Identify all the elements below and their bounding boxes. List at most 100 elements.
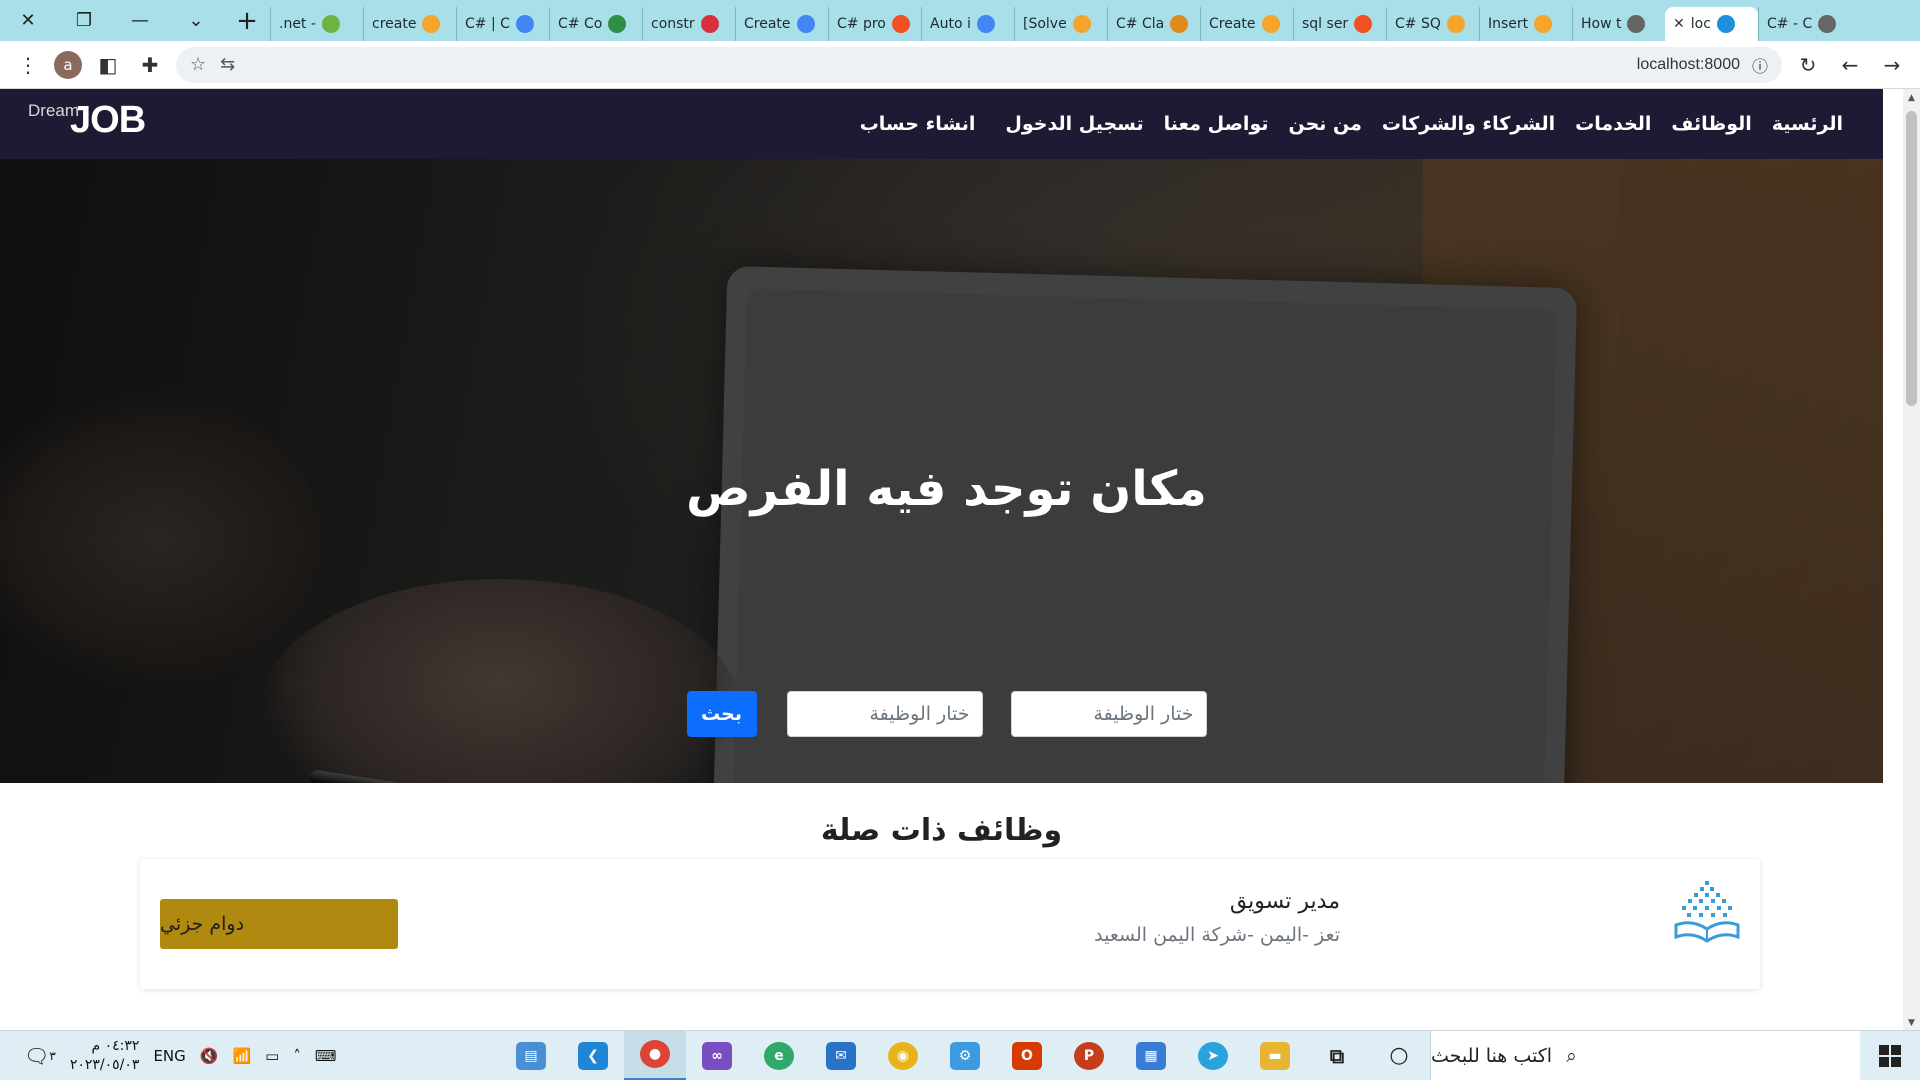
browser-tab[interactable]: How t (1572, 7, 1665, 41)
nav-link[interactable]: الرئسية (1772, 113, 1843, 135)
browser-tab[interactable]: Auto i (921, 7, 1014, 41)
logo-job-text: JOB (70, 99, 146, 141)
taskbar-app-vscode[interactable]: ❮ (562, 1031, 624, 1080)
url-text[interactable]: localhost:8000 (1637, 56, 1740, 74)
taskbar-app-file-explorer[interactable]: ▬ (1244, 1031, 1306, 1080)
tab-favicon-icon (1261, 15, 1280, 33)
browser-tab[interactable]: .net - (270, 7, 363, 41)
company-book-logo-icon (1674, 881, 1740, 943)
scroll-down-icon[interactable]: ▼ (1903, 1018, 1920, 1028)
language-indicator[interactable]: ENG (153, 1047, 185, 1065)
job-select-1[interactable]: ختار الوظيفة (1010, 691, 1207, 737)
tab-search-icon[interactable]: ⌄ (168, 0, 224, 41)
browser-tab[interactable]: C# Co (549, 7, 642, 41)
taskbar-app-office[interactable]: O (996, 1031, 1058, 1080)
site-info-icon[interactable]: ⓘ (1752, 53, 1768, 77)
job-card[interactable]: مدير تسويق تعز -اليمن -شركة اليمن السعيد… (140, 859, 1760, 989)
job-title[interactable]: مدير تسويق (1094, 889, 1340, 914)
taskbar-app-cortana[interactable]: ○ (1368, 1031, 1430, 1080)
nav-link[interactable]: الشركاء والشركات (1382, 113, 1555, 135)
scrollbar-thumb[interactable] (1906, 111, 1917, 406)
taskbar-app-chrome[interactable]: ◉ (872, 1031, 934, 1080)
browser-tab[interactable]: C# - C (1758, 7, 1851, 41)
browser-tab[interactable]: [Solve (1014, 7, 1107, 41)
scroll-up-icon[interactable]: ▲ (1903, 93, 1920, 103)
browser-tab[interactable]: Create (1200, 7, 1293, 41)
profile-avatar[interactable]: a (54, 50, 82, 79)
reload-icon[interactable]: ↻ (1792, 49, 1824, 81)
wifi-icon[interactable]: 📶 (232, 1047, 251, 1065)
nav-link[interactable]: تواصل معنا (1164, 113, 1269, 135)
new-tab-button[interactable]: + (224, 0, 270, 41)
nav-link[interactable]: من نحن (1289, 113, 1362, 135)
taskbar-app-settings[interactable]: ⚙ (934, 1031, 996, 1080)
telegram-icon: ➤ (1198, 1041, 1228, 1070)
side-panel-icon[interactable]: ◧ (92, 49, 124, 81)
mail-icon: ✉ (826, 1041, 856, 1070)
nav-link[interactable]: تسجيل الدخول (1005, 113, 1143, 135)
forward-icon[interactable]: → (1876, 49, 1908, 81)
browser-tab[interactable]: create (363, 7, 456, 41)
minimize-window-icon[interactable]: — (112, 0, 168, 41)
start-button[interactable] (1860, 1031, 1920, 1080)
job-type-badge[interactable]: دوام جزئي (160, 899, 398, 949)
taskbar-app-control-panel[interactable]: ▤ (500, 1031, 562, 1080)
browser-tab-label: [Solve (1023, 16, 1067, 32)
extensions-icon[interactable]: ✚ (134, 49, 166, 81)
notification-center-icon[interactable]: 🗨 (24, 1044, 49, 1068)
share-icon[interactable]: ⇆ (220, 54, 235, 75)
browser-tab-label: Create (1209, 16, 1256, 32)
menu-icon[interactable]: ⋮ (12, 49, 44, 81)
browser-tab[interactable]: C# SQ (1386, 7, 1479, 41)
clock[interactable]: ٠٤:٣٢ م ٢٠٢٣/٠٥/٠٣ (70, 1037, 140, 1075)
related-jobs-title: وظائف ذات صلة (820, 813, 1063, 848)
folder-icon: ▬ (1260, 1041, 1290, 1070)
taskbar-app-chrome-active[interactable]: ● (624, 1030, 686, 1080)
visual-studio-icon: ∞ (702, 1041, 732, 1070)
clock-date: ٢٠٢٣/٠٥/٠٣ (69, 1056, 140, 1073)
browser-tab[interactable]: C# | C (456, 7, 549, 41)
omnibox[interactable]: ☆ ⇆ localhost:8000 ⓘ (176, 46, 1782, 83)
taskbar-app-edge[interactable]: e (748, 1031, 810, 1080)
notification-count: ٣ (49, 1048, 56, 1063)
nav-link[interactable]: الخدمات (1575, 113, 1651, 135)
windows-taskbar: 🗨 ٣ ٠٤:٣٢ م ٢٠٢٣/٠٥/٠٣ ENG 🔇 📶 ▭ ˄ ⌨ ▤ ❮… (0, 1030, 1920, 1080)
taskbar-app-mail[interactable]: ✉ (810, 1031, 872, 1080)
tab-favicon-icon (1446, 15, 1465, 33)
search-button[interactable]: بحث (686, 691, 757, 737)
browser-tab[interactable]: C# Cla (1107, 7, 1200, 41)
browser-tab[interactable]: sql ser (1293, 7, 1386, 41)
job-select-2[interactable]: ختار الوظيفة (786, 691, 983, 737)
bookmark-star-icon[interactable]: ☆ (190, 54, 206, 75)
browser-tab[interactable]: C# pro (828, 7, 921, 41)
browser-tab-label: Auto i (930, 16, 971, 32)
nav-link[interactable]: انشاء حساب (860, 113, 976, 135)
taskbar-app-task-view[interactable]: ⧉ (1306, 1031, 1368, 1080)
browser-tab[interactable]: ✕ loc (1665, 7, 1758, 41)
job-info: مدير تسويق تعز -اليمن -شركة اليمن السعيد (1094, 889, 1340, 946)
taskbar-app-powerpoint[interactable]: P (1058, 1031, 1120, 1080)
page-scrollbar[interactable]: ▲ ▼ (1903, 89, 1920, 1030)
taskbar-search-box[interactable]: ⌕ اكتب هنا للبحث (1430, 1031, 1860, 1080)
tab-favicon-icon (321, 15, 340, 33)
close-window-icon[interactable]: ✕ (0, 0, 56, 41)
nav-link[interactable]: الوظائف (1671, 113, 1751, 135)
restore-window-icon[interactable]: ❐ (56, 0, 112, 41)
chrome-icon: ◉ (888, 1041, 918, 1070)
search-icon: ⌕ (1566, 1045, 1577, 1067)
browser-tab[interactable]: Create (735, 7, 828, 41)
taskbar-app-telegram[interactable]: ➤ (1182, 1031, 1244, 1080)
touch-keyboard-icon[interactable]: ⌨ (315, 1047, 337, 1065)
taskbar-app-store[interactable]: ▦ (1120, 1031, 1182, 1080)
battery-icon[interactable]: ▭ (265, 1047, 279, 1065)
back-icon[interactable]: ← (1834, 49, 1866, 81)
volume-muted-icon[interactable]: 🔇 (200, 1047, 219, 1065)
browser-tab-label: C# Co (558, 16, 603, 32)
show-hidden-icons-icon[interactable]: ˄ (293, 1047, 301, 1065)
browser-tab[interactable]: constr (642, 7, 735, 41)
browser-tab[interactable]: Insert (1479, 7, 1572, 41)
browser-tab-label: constr (651, 16, 695, 32)
close-tab-icon[interactable]: ✕ (1673, 16, 1685, 32)
taskbar-app-visual-studio[interactable]: ∞ (686, 1031, 748, 1080)
tab-favicon-icon (700, 15, 719, 33)
